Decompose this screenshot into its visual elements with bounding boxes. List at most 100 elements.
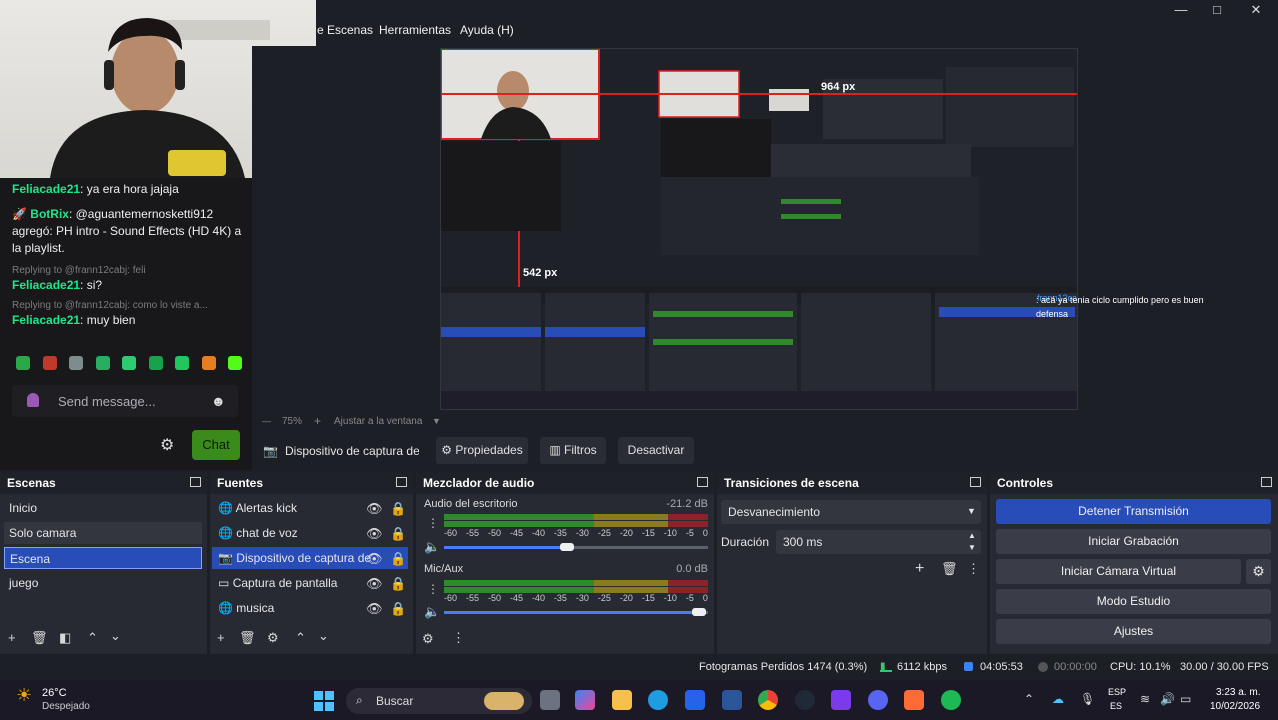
emote-icon[interactable] [228, 356, 242, 370]
source-item[interactable]: 🌐 musica [212, 597, 414, 619]
taskbar-search[interactable]: ⌕ Buscar [346, 688, 532, 714]
firefox-icon[interactable] [904, 690, 924, 710]
scene-item-selected[interactable]: Escena [4, 547, 202, 569]
settings-button[interactable]: Ajustes [996, 619, 1271, 644]
popout-icon[interactable] [396, 477, 407, 487]
scene-item[interactable]: Inicio [4, 497, 202, 519]
clock-time[interactable]: 3:23 a. m. [1216, 687, 1260, 698]
emote-icon[interactable] [202, 356, 216, 370]
task-view-icon[interactable] [540, 690, 560, 710]
chat-username[interactable]: Feliacade21 [12, 313, 80, 327]
volume-slider-knob[interactable] [560, 543, 574, 551]
lock-icon[interactable]: 🔒 [390, 526, 406, 542]
volume-icon[interactable]: 🔊 [1160, 692, 1175, 706]
emote-icon[interactable] [149, 356, 163, 370]
lock-icon[interactable]: 🔒 [390, 501, 406, 517]
scene-item[interactable]: Solo camara [4, 522, 202, 544]
emote-icon[interactable] [122, 356, 136, 370]
wifi-icon[interactable]: ≋ [1140, 692, 1150, 706]
spotify-icon[interactable] [941, 690, 961, 710]
weather-icon[interactable]: ☀ [16, 685, 32, 706]
popout-icon[interactable] [970, 477, 981, 487]
popout-icon[interactable] [697, 477, 708, 487]
copilot-icon[interactable] [575, 690, 595, 710]
source-item[interactable]: 🌐 Alertas kick [212, 497, 414, 519]
streaming-app-icon[interactable] [831, 690, 851, 710]
filters-button[interactable]: ▥ Filtros [540, 437, 606, 464]
start-virtual-camera-button[interactable]: Iniciar Cámara Virtual [996, 559, 1241, 584]
eye-icon[interactable]: 👁 [366, 576, 383, 592]
eye-icon[interactable]: 👁 [366, 526, 383, 542]
trash-icon[interactable]: 🗑 [239, 630, 256, 646]
speaker-icon[interactable]: 🔈 [424, 604, 440, 620]
store-icon[interactable] [685, 690, 705, 710]
stop-streaming-button[interactable]: Detener Transmisión [996, 499, 1271, 524]
duration-input[interactable]: 300 ms ▲ ▼ [776, 530, 981, 554]
chat-username[interactable]: Feliacade21 [12, 182, 80, 196]
menu-ayuda[interactable]: Ayuda (H) [460, 23, 514, 37]
source-item[interactable]: ▭ Captura de pantalla [212, 572, 414, 594]
emoji-icon[interactable]: ☻ [211, 393, 226, 409]
gear-icon[interactable]: ⚙ [160, 435, 174, 455]
lock-icon[interactable]: 🔒 [390, 551, 406, 567]
windows-start-icon[interactable] [314, 691, 334, 711]
emote-icon[interactable] [16, 356, 30, 370]
add-icon[interactable]: + [217, 630, 225, 645]
kebab-menu-icon[interactable]: ⋮ [427, 516, 439, 530]
gear-icon[interactable]: ⚙ [267, 630, 279, 646]
battery-icon[interactable]: ▭ [1180, 692, 1191, 706]
word-icon[interactable] [722, 690, 742, 710]
properties-button[interactable]: ⚙ Propiedades [436, 437, 528, 464]
menu-escenas[interactable]: e Escenas [317, 23, 373, 37]
kebab-menu-icon[interactable]: ⋮ [427, 582, 439, 596]
file-explorer-icon[interactable] [612, 690, 632, 710]
trash-icon[interactable]: 🗑 [31, 630, 48, 646]
kebab-menu-icon[interactable]: ⋮ [967, 561, 980, 577]
scene-item[interactable]: juego [4, 572, 202, 594]
transition-select[interactable]: Desvanecimiento ▼ [721, 500, 981, 524]
menu-herramientas[interactable]: Herramientas [379, 23, 451, 37]
discord-icon[interactable] [868, 690, 888, 710]
filter-icon[interactable]: ◧ [59, 630, 71, 646]
chevron-up-icon[interactable]: ▲ [968, 531, 976, 540]
lock-icon[interactable]: 🔒 [390, 576, 406, 592]
speaker-icon[interactable]: 🔈 [424, 539, 440, 555]
emote-icon[interactable] [175, 356, 189, 370]
chrome-icon[interactable] [758, 690, 778, 710]
microphone-icon[interactable]: 🎙 [1080, 692, 1095, 706]
minimize-button[interactable]: — [1170, 2, 1192, 20]
emote-icon[interactable] [43, 356, 57, 370]
deactivate-button[interactable]: Desactivar [618, 437, 694, 464]
zoom-fit-label[interactable]: Ajustar a la ventana [334, 416, 422, 427]
chevron-up-icon[interactable]: ⌃ [295, 630, 306, 646]
popout-icon[interactable] [1261, 477, 1272, 487]
chat-username[interactable]: BotRix [30, 207, 69, 221]
popout-icon[interactable] [190, 477, 201, 487]
onedrive-icon[interactable]: ☁ [1052, 692, 1064, 706]
zoom-plus-icon[interactable]: + [314, 414, 321, 428]
chevron-up-icon[interactable]: ⌃ [87, 630, 98, 646]
chevron-down-icon[interactable]: ▼ [432, 416, 441, 426]
studio-mode-button[interactable]: Modo Estudio [996, 589, 1271, 614]
volume-slider-knob[interactable] [692, 608, 706, 616]
trash-icon[interactable]: 🗑 [941, 561, 958, 577]
obs-icon[interactable] [795, 690, 815, 710]
emote-icon[interactable] [69, 356, 83, 370]
lock-icon[interactable]: 🔒 [390, 601, 406, 617]
gear-icon[interactable]: ⚙ [1246, 559, 1271, 584]
kebab-menu-icon[interactable]: ⋮ [452, 630, 465, 646]
settings-icon[interactable]: ⚙ [422, 631, 434, 647]
close-button[interactable]: ✕ [1245, 2, 1267, 20]
add-icon[interactable]: + [8, 630, 16, 645]
start-recording-button[interactable]: Iniciar Grabación [996, 529, 1271, 554]
source-item[interactable]: 🌐 chat de voz [212, 522, 414, 544]
emote-icon[interactable] [96, 356, 110, 370]
chat-username[interactable]: Feliacade21 [12, 278, 80, 292]
add-icon[interactable]: + [915, 560, 924, 578]
eye-icon[interactable]: 👁 [366, 551, 383, 567]
language-top[interactable]: ESP [1108, 687, 1126, 697]
chat-input[interactable]: Send message... ☻ [12, 385, 238, 417]
zoom-minus-icon[interactable]: — [262, 416, 271, 426]
chevron-down-icon[interactable]: ⌄ [110, 628, 121, 644]
edge-icon[interactable] [648, 690, 668, 710]
